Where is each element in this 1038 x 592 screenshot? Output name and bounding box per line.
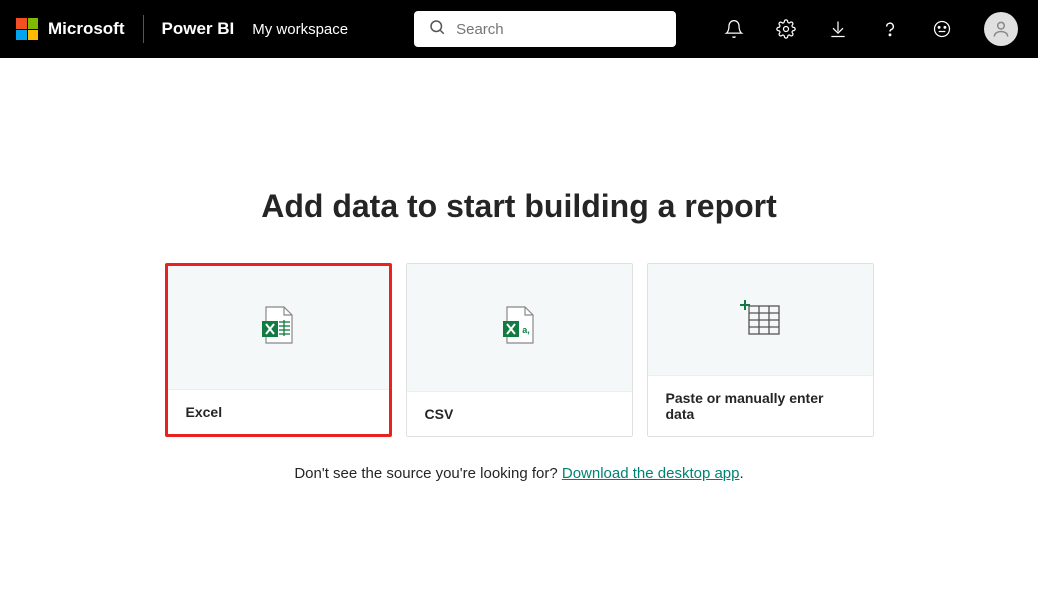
card-label: Paste or manually enter data [648,375,873,436]
notifications-icon[interactable] [724,19,744,39]
search-icon [428,18,446,41]
profile-avatar[interactable] [984,12,1018,46]
card-manual-data[interactable]: Paste or manually enter data [647,263,874,437]
csv-file-icon: a, [501,305,537,350]
search-container [414,11,676,47]
app-name[interactable]: Power BI [162,19,235,39]
card-icon-area: a, [407,264,632,391]
search-input[interactable] [456,21,662,38]
card-icon-area [168,266,389,389]
data-source-cards: Excel a, CSV [165,263,874,437]
feedback-icon[interactable] [932,19,952,39]
download-icon[interactable] [828,19,848,39]
footer-suffix: . [740,465,744,482]
page-title: Add data to start building a report [261,188,777,225]
download-desktop-link[interactable]: Download the desktop app [562,465,740,482]
footer-prefix: Don't see the source you're looking for? [294,465,562,482]
help-icon[interactable] [880,19,900,39]
microsoft-brand-text: Microsoft [48,19,125,39]
search-box[interactable] [414,11,676,47]
vertical-divider [143,15,144,43]
excel-file-icon [260,305,296,350]
settings-icon[interactable] [776,19,796,39]
footer-text: Don't see the source you're looking for?… [294,465,743,482]
card-label: CSV [407,391,632,436]
main-content: Add data to start building a report [0,58,1038,482]
app-header: Microsoft Power BI My workspace [0,0,1038,58]
card-csv[interactable]: a, CSV [406,263,633,437]
card-label: Excel [168,389,389,434]
microsoft-logo[interactable]: Microsoft [16,18,143,40]
header-actions [724,12,1018,46]
card-excel[interactable]: Excel [165,263,392,437]
svg-text:a,: a, [522,325,530,335]
table-plus-icon [739,298,781,341]
microsoft-logo-icon [16,18,38,40]
card-icon-area [648,264,873,375]
workspace-name[interactable]: My workspace [252,21,348,38]
